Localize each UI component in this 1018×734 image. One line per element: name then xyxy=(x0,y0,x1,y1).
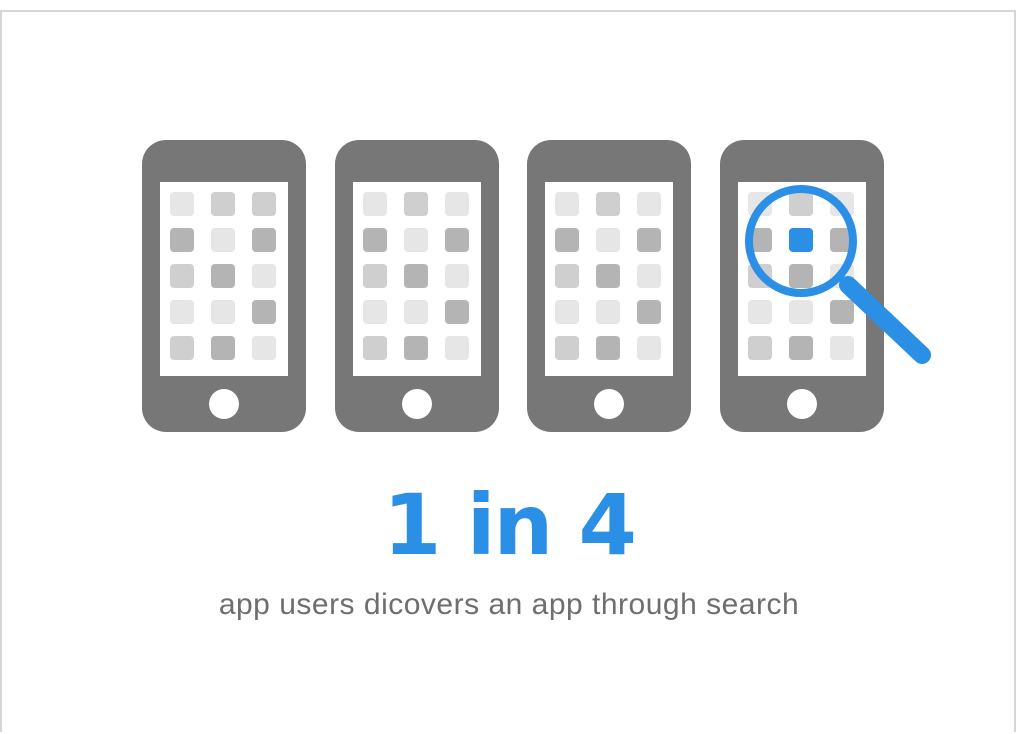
phone-1 xyxy=(142,140,306,432)
stat-headline: 1 in 4 xyxy=(383,476,637,574)
app-icon xyxy=(211,228,235,252)
app-icon xyxy=(555,300,579,324)
app-icon xyxy=(363,228,387,252)
home-button xyxy=(209,389,239,419)
app-icon xyxy=(596,300,620,324)
app-icon xyxy=(555,228,579,252)
app-icon xyxy=(404,300,428,324)
app-icon xyxy=(637,264,661,288)
app-icon xyxy=(555,264,579,288)
app-icon xyxy=(555,336,579,360)
app-icon xyxy=(363,336,387,360)
app-icon xyxy=(211,300,235,324)
app-icon xyxy=(789,264,813,288)
app-icon xyxy=(445,336,469,360)
app-icon xyxy=(170,336,194,360)
app-icon xyxy=(789,192,813,216)
app-icon xyxy=(252,264,276,288)
app-icon xyxy=(170,264,194,288)
app-icon xyxy=(830,300,854,324)
app-icon xyxy=(596,228,620,252)
app-icon xyxy=(789,336,813,360)
app-icon xyxy=(404,192,428,216)
app-icon xyxy=(748,300,772,324)
home-button xyxy=(594,389,624,419)
app-icon xyxy=(445,300,469,324)
app-icon xyxy=(252,228,276,252)
app-icon xyxy=(445,228,469,252)
app-icon xyxy=(748,336,772,360)
app-icon xyxy=(363,300,387,324)
app-icon xyxy=(170,228,194,252)
app-icon xyxy=(404,264,428,288)
app-icon xyxy=(404,228,428,252)
app-icon xyxy=(404,336,428,360)
app-icon xyxy=(596,192,620,216)
highlighted-app-icon xyxy=(789,228,813,252)
phone-3 xyxy=(527,140,691,432)
app-icon xyxy=(445,192,469,216)
app-icon xyxy=(445,264,469,288)
app-icon xyxy=(252,192,276,216)
app-icon xyxy=(363,264,387,288)
app-icon xyxy=(252,336,276,360)
app-icon xyxy=(596,264,620,288)
app-icon xyxy=(789,300,813,324)
app-icon xyxy=(637,300,661,324)
app-icon xyxy=(211,336,235,360)
home-button xyxy=(402,389,432,419)
app-icon xyxy=(830,336,854,360)
app-icon xyxy=(637,192,661,216)
app-icon xyxy=(211,264,235,288)
app-icon xyxy=(211,192,235,216)
home-button xyxy=(787,389,817,419)
app-icon xyxy=(252,300,276,324)
app-icon xyxy=(637,228,661,252)
phone-2 xyxy=(335,140,499,432)
app-icon xyxy=(170,300,194,324)
app-icon xyxy=(596,336,620,360)
app-icon xyxy=(637,336,661,360)
app-icon xyxy=(170,192,194,216)
app-icon xyxy=(555,192,579,216)
stat-caption: app users dicovers an app through search xyxy=(218,588,800,621)
app-icon xyxy=(363,192,387,216)
